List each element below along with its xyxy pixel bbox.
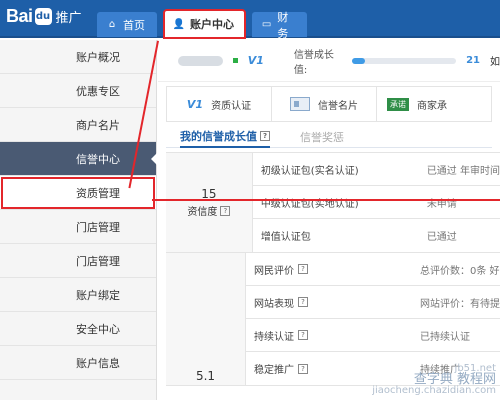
- main-content: V1 信誉成长值: 21 如 V1 资质认证 信誉名片 承诺 商家承 我的信誉成…: [158, 40, 500, 400]
- tab-label: 我的信誉成长值: [180, 130, 257, 143]
- growth-progress-bar: [352, 57, 457, 64]
- tab-my-growth[interactable]: 我的信誉成长值 ?: [180, 126, 270, 148]
- table-row: 持续认证? 已持续认证: [246, 319, 500, 352]
- v1-icon: V1: [186, 97, 204, 111]
- tab-finance-label: 财务: [277, 10, 289, 40]
- cert-label: 信誉名片: [318, 100, 358, 112]
- group-name: 资信度: [187, 207, 218, 218]
- table-row: 中级认证包(实地认证) 未申请: [252, 186, 500, 219]
- sidebar-item-label: 门店管理: [76, 254, 120, 268]
- row-name-wrap: 持续认证?: [246, 328, 416, 343]
- sidebar-item-label: 门店管理: [76, 220, 120, 234]
- help-icon[interactable]: ?: [298, 297, 308, 307]
- sidebar-item-account-info[interactable]: 账户信息: [0, 346, 156, 380]
- cert-qualification[interactable]: V1 资质认证: [167, 87, 272, 121]
- logo-paw: du: [34, 8, 52, 25]
- tab-finance[interactable]: ▭ 财务: [252, 11, 307, 40]
- blurred-account-name: [178, 55, 224, 66]
- row-name-wrap: 网站表现?: [246, 295, 416, 310]
- truncated-link[interactable]: 如: [490, 53, 500, 68]
- help-icon[interactable]: ?: [298, 363, 308, 374]
- status-dot-icon: [233, 58, 238, 63]
- tab-credit-rewards[interactable]: 信誉奖惩: [300, 126, 344, 148]
- group-name-wrap: 资信度?: [187, 203, 231, 218]
- help-icon[interactable]: ?: [260, 131, 270, 141]
- sidebar-item-label: 账户绑定: [76, 288, 120, 302]
- sidebar-item-account-overview[interactable]: 账户概况: [0, 40, 156, 74]
- annotation-line-horizontal: [152, 199, 500, 201]
- tab-account-center[interactable]: 👤 账户中心: [163, 9, 246, 39]
- row-name: 增值认证包: [260, 232, 311, 243]
- sidebar-item-label: 账户概况: [76, 50, 120, 64]
- row-status: 已持续认证: [420, 331, 470, 343]
- cert-promise[interactable]: 承诺 商家承: [377, 87, 491, 121]
- level-badge: V1: [247, 54, 264, 67]
- sidebar-item-label: 商户名片: [76, 118, 120, 132]
- sidebar-item-label: 优惠专区: [76, 84, 120, 98]
- top-navigation-bar: Bai du 推广 ⌂ 首页 👤 账户中心 ▭ 财务: [0, 0, 500, 40]
- table-row: 初级认证包(实名认证) 已通过 年审时间: [252, 153, 500, 186]
- row-name: 初级认证包(实名认证): [260, 165, 359, 177]
- cert-label: 资质认证: [211, 100, 252, 112]
- group-score-cell: 5.1: [166, 253, 246, 385]
- cert-label: 商家承: [417, 100, 447, 112]
- baidu-tuiguang-logo[interactable]: Bai du 推广: [6, 6, 82, 27]
- account-info-row: V1 信誉成长值: 21 如: [158, 40, 500, 82]
- sidebar-item-security[interactable]: 安全中心: [0, 312, 156, 346]
- tab-account-label: 账户中心: [190, 18, 234, 31]
- sidebar-item-label: 信誉中心: [76, 152, 120, 166]
- card-icon: ▭: [261, 19, 272, 30]
- row-status: 已通过: [426, 232, 457, 243]
- table-row: 网站表现? 网站评价：有待提: [246, 286, 500, 319]
- logo-brand: Bai: [6, 6, 33, 26]
- group-rows: 初级认证包(实名认证) 已通过 年审时间 中级认证包(实地认证) 未申请 增值认证包…: [252, 153, 500, 252]
- sidebar-item-label: 账户信息: [76, 356, 120, 370]
- sidebar-item-label: 安全中心: [76, 322, 120, 336]
- row-name: 中级认证包(实地认证): [260, 198, 359, 210]
- home-icon: ⌂: [108, 19, 116, 30]
- table-row: 网民评价? 总评价数：0条 好: [246, 253, 500, 286]
- row-name: 网站表现: [254, 298, 294, 310]
- sidebar-item-store-2[interactable]: 门店管理: [0, 244, 156, 278]
- help-icon[interactable]: ?: [220, 205, 231, 216]
- tab-label: 信誉奖惩: [300, 131, 344, 144]
- sidebar-item-store[interactable]: 门店管理: [0, 210, 156, 244]
- row-status: 总评价数：0条 好: [420, 265, 500, 277]
- sidebar-item-merchant-card[interactable]: 商户名片: [0, 108, 156, 142]
- group-score-cell: 15 资信度?: [166, 153, 253, 252]
- group-score: 5.1: [195, 369, 216, 383]
- certification-row: V1 资质认证 信誉名片 承诺 商家承: [166, 86, 492, 122]
- sub-tabs: 我的信誉成长值 ? 信誉奖惩: [166, 126, 492, 148]
- cert-credit-card[interactable]: 信誉名片: [272, 87, 377, 121]
- help-icon[interactable]: ?: [298, 330, 308, 340]
- watermark-line1: jiaocheng.chazidian.com: [372, 385, 496, 396]
- promise-icon: 承诺: [387, 97, 409, 111]
- sidebar-item-label: 资质管理: [76, 186, 120, 200]
- watermark-line3: 查字典 教程网: [413, 372, 496, 387]
- tab-home-label: 首页: [123, 18, 145, 32]
- table-row: 增值认证包 已通过: [253, 219, 500, 252]
- growth-progress-fill: [352, 57, 365, 64]
- row-status: 网站评价：有待提: [420, 298, 500, 310]
- sidebar-item-offers[interactable]: 优惠专区: [0, 74, 156, 108]
- tab-home[interactable]: ⌂ 首页: [97, 12, 157, 37]
- row-name: 网民评价: [254, 265, 294, 277]
- table-group-credit: 15 资信度? 初级认证包(实名认证) 已通过 年审时间 中级认证包(实地认证) 未…: [166, 153, 500, 253]
- row-name-wrap: 网民评价?: [246, 262, 416, 277]
- row-name: 持续认证: [254, 331, 294, 343]
- sidebar-item-binding[interactable]: 账户绑定: [0, 278, 156, 312]
- growth-label: 信誉成长值:: [293, 49, 334, 76]
- row-status: 未申请: [426, 198, 457, 210]
- watermark: jb51.net 查字典 教程网 jiaocheng.chazidian.com: [372, 363, 496, 396]
- user-icon: 👤: [172, 18, 186, 30]
- growth-value: 21: [466, 55, 480, 66]
- logo-sub: 推广: [55, 11, 82, 26]
- card-icon: [290, 97, 310, 111]
- sidebar-item-qualification[interactable]: 资质管理: [0, 176, 156, 210]
- growth-table: 15 资信度? 初级认证包(实名认证) 已通过 年审时间 中级认证包(实地认证) 未…: [166, 152, 500, 386]
- row-name: 稳定推广: [254, 365, 294, 376]
- row-status: 已通过 年审时间: [426, 165, 500, 177]
- sidebar: 账户概况 优惠专区 商户名片 信誉中心 资质管理 门店管理 门店管理 账户绑定 …: [0, 40, 157, 400]
- help-icon[interactable]: ?: [298, 264, 308, 274]
